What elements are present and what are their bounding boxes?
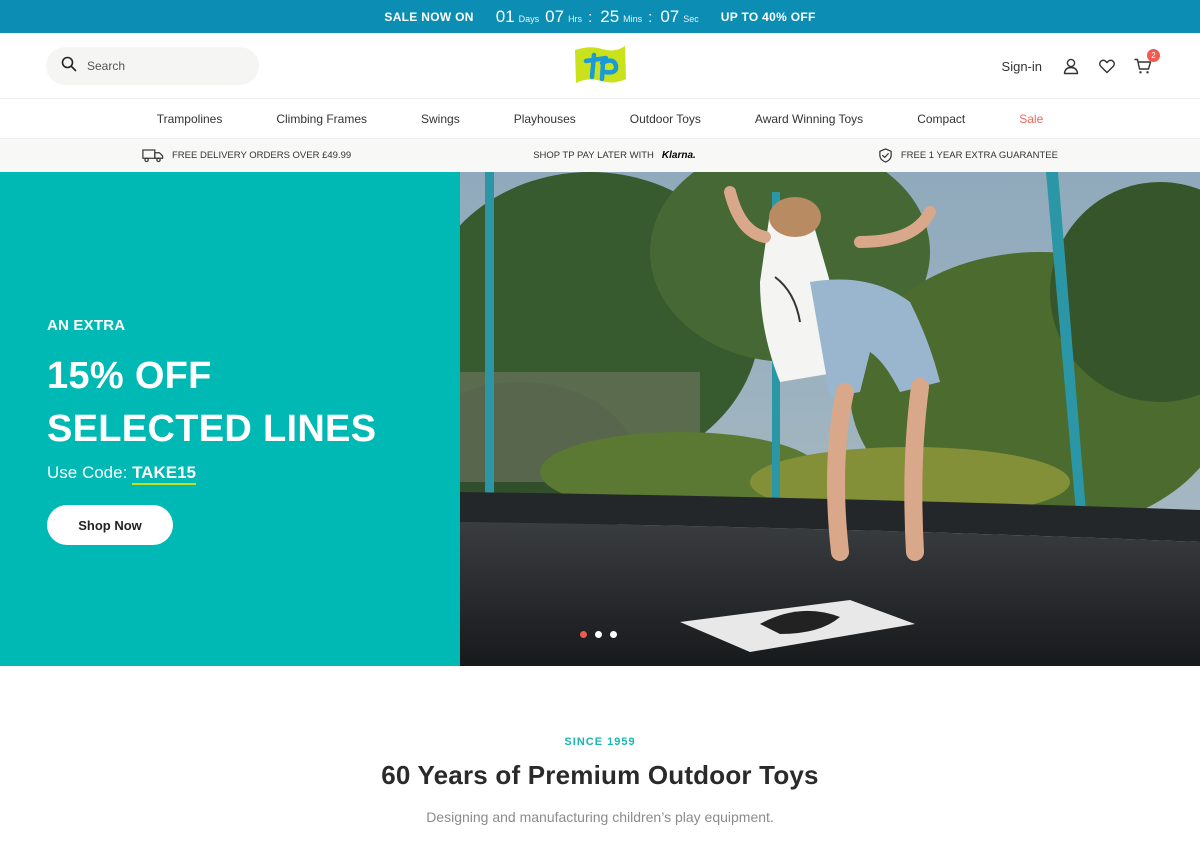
countdown-days-value: 01 (495, 6, 515, 26)
tp-logo[interactable] (572, 41, 628, 89)
cart-icon[interactable]: 2 (1134, 49, 1160, 75)
countdown-separator: : (588, 8, 593, 26)
shop-now-button[interactable]: Shop Now (47, 505, 173, 545)
usp-pay-later: SHOP TP PAY LATER WITH Klarna. (533, 150, 696, 161)
nav-item-climbing-frames[interactable]: Climbing Frames (276, 112, 367, 126)
hero-banner: AN EXTRA 15% OFF SELECTED LINES Use Code… (0, 172, 1200, 666)
countdown-hours-unit: Hrs (568, 13, 583, 24)
hero-image-trampoline (460, 172, 1200, 666)
countdown-hours-value: 07 (545, 6, 565, 26)
hero-headline: 15% OFF SELECTED LINES (47, 350, 376, 456)
heart-icon[interactable] (1098, 57, 1116, 75)
promo-code-value: TAKE15 (132, 463, 196, 485)
search-box[interactable] (46, 47, 259, 85)
hero-promo-code: Use Code: TAKE15 (47, 463, 196, 485)
cart-count-badge: 2 (1147, 49, 1160, 62)
countdown-timer: 01 Days 07 Hrs : 25 Mins : 07 Sec (496, 7, 705, 27)
carousel-dot-2[interactable] (595, 631, 602, 638)
countdown-mins-unit: Mins (623, 13, 643, 24)
usp-guarantee-text: FREE 1 YEAR EXTRA GUARANTEE (900, 150, 1058, 161)
hero-photo (460, 172, 1200, 666)
carousel-dot-3[interactable] (610, 631, 617, 638)
carousel-dots (580, 631, 617, 638)
usp-guarantee: FREE 1 YEAR EXTRA GUARANTEE (878, 148, 1058, 163)
delivery-truck-icon (142, 148, 164, 163)
promo-code-prefix: Use Code: (47, 463, 128, 482)
usp-delivery: FREE DELIVERY ORDERS OVER £49.99 (142, 148, 351, 163)
sale-label: SALE NOW ON (384, 9, 474, 24)
countdown-separator: : (648, 8, 653, 26)
carousel-dot-1[interactable] (580, 631, 587, 638)
nav-item-playhouses[interactable]: Playhouses (514, 112, 576, 126)
hero-headline-line1: 15% OFF (47, 355, 212, 397)
countdown-days-unit: Days (518, 13, 540, 24)
nav-item-swings[interactable]: Swings (421, 112, 460, 126)
brand-intro-section: SINCE 1959 60 Years of Premium Outdoor T… (0, 736, 1200, 825)
hero-eyebrow: AN EXTRA (47, 317, 126, 334)
nav-item-trampolines[interactable]: Trampolines (157, 112, 223, 126)
shield-check-icon (878, 148, 893, 163)
klarna-logo: Klarna. (661, 150, 696, 161)
sale-countdown-bar: SALE NOW ON 01 Days 07 Hrs : 25 Mins : 0… (0, 0, 1200, 33)
search-icon[interactable] (61, 56, 77, 77)
nav-item-compact[interactable]: Compact (917, 112, 965, 126)
countdown-secs-unit: Sec (683, 13, 699, 24)
signin-link[interactable]: Sign-in (1002, 59, 1042, 74)
user-icon[interactable] (1062, 57, 1080, 75)
countdown-mins-value: 25 (600, 6, 620, 26)
intro-title: 60 Years of Premium Outdoor Toys (381, 760, 819, 790)
main-nav: Trampolines Climbing Frames Swings Playh… (0, 99, 1200, 139)
hero-promo-panel: AN EXTRA 15% OFF SELECTED LINES Use Code… (0, 172, 460, 666)
search-input[interactable] (87, 59, 237, 73)
usp-delivery-text: FREE DELIVERY ORDERS OVER £49.99 (172, 150, 352, 161)
intro-subtitle: Designing and manufacturing children’s p… (426, 809, 774, 825)
countdown-secs-value: 07 (660, 6, 680, 26)
usp-pay-later-text: SHOP TP PAY LATER WITH (533, 150, 654, 161)
nav-item-sale[interactable]: Sale (1019, 112, 1043, 126)
nav-item-award-winning-toys[interactable]: Award Winning Toys (755, 112, 863, 126)
hero-headline-line2: SELECTED LINES (47, 408, 377, 450)
nav-item-outdoor-toys[interactable]: Outdoor Toys (630, 112, 701, 126)
header-actions: Sign-in 2 (1002, 33, 1160, 99)
intro-eyebrow: SINCE 1959 (564, 736, 636, 748)
offer-label: UP TO 40% OFF (720, 9, 816, 24)
site-header: Sign-in 2 (0, 33, 1200, 99)
usp-strip: FREE DELIVERY ORDERS OVER £49.99 SHOP TP… (0, 139, 1200, 172)
